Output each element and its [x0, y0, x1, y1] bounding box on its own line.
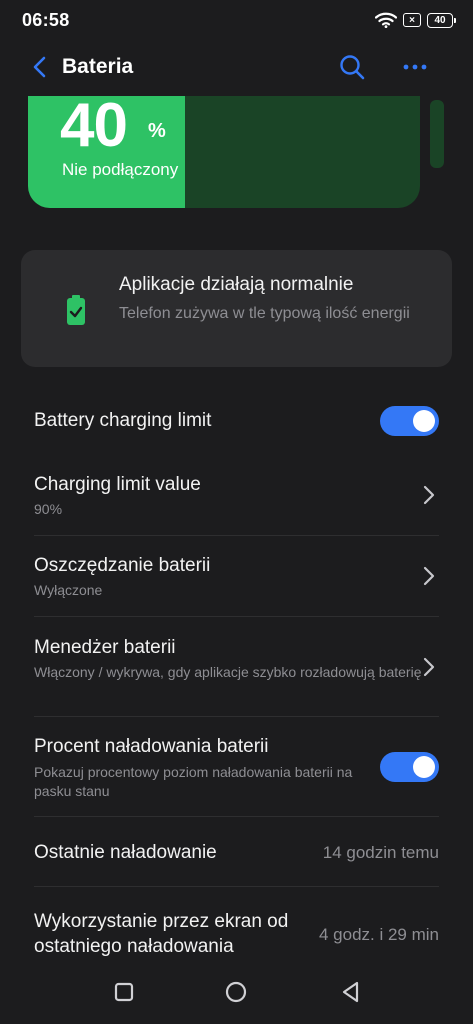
battery-percentage-label: Procent naładowania baterii	[34, 736, 269, 757]
wifi-icon	[375, 12, 397, 28]
screen-usage-value: 4 godz. i 29 min	[318, 925, 439, 944]
battery-percentage-subtitle: Pokazuj procentowy poziom naładowania ba…	[34, 764, 353, 799]
status-bar: 06:58 × 40	[0, 0, 473, 40]
charging-status: Nie podłączony	[62, 160, 179, 179]
battery-manager-row[interactable]: Menedżer baterii Włączony / wykrywa, gdy…	[0, 625, 473, 715]
divider	[34, 886, 439, 887]
divider	[34, 716, 439, 717]
status-icons: × 40	[375, 12, 456, 28]
battery-saver-subtitle: Wyłączone	[34, 582, 103, 598]
battery-percent: 40	[60, 96, 128, 160]
charging-limit-row[interactable]: Battery charging limit	[0, 396, 473, 446]
last-charge-label: Ostatnie naładowanie	[34, 842, 217, 863]
divider	[34, 616, 439, 617]
search-icon[interactable]	[338, 53, 366, 81]
battery-percentage-toggle[interactable]	[380, 752, 439, 782]
home-circle-icon[interactable]	[222, 978, 250, 1006]
last-charge-value: 14 godzin temu	[322, 843, 439, 862]
status-time: 06:58	[22, 9, 70, 30]
charging-limit-label: Battery charging limit	[34, 410, 212, 431]
chevron-right-icon	[423, 566, 435, 586]
battery-saver-label: Oszczędzanie baterii	[34, 555, 211, 576]
page-title: Bateria	[62, 55, 134, 78]
battery-manager-label: Menedżer baterii	[34, 637, 176, 658]
battery-check-icon	[67, 295, 85, 325]
charging-limit-value-subtitle: 90%	[34, 501, 63, 517]
back-arrow-icon[interactable]	[28, 54, 54, 80]
info-card-description: Telefon zużywa w tle typową ilość energi…	[119, 305, 410, 322]
charging-limit-value-label: Charging limit value	[34, 474, 201, 495]
back-triangle-icon[interactable]	[337, 978, 365, 1006]
charging-limit-value-row[interactable]: Charging limit value 90%	[0, 462, 473, 532]
last-charge-row: Ostatnie naładowanie 14 godzin temu	[0, 825, 473, 885]
charging-limit-toggle[interactable]	[380, 406, 439, 436]
app-bar: Bateria	[0, 44, 473, 90]
battery-percent-sign: %	[148, 120, 166, 142]
more-options-icon[interactable]	[400, 53, 430, 81]
divider	[34, 816, 439, 817]
battery-level-card: 40 % Nie podłączony	[28, 96, 420, 208]
info-card-title: Aplikacje działają normalnie	[119, 274, 354, 295]
battery-saver-row[interactable]: Oszczędzanie baterii Wyłączone	[0, 544, 473, 614]
screen-usage-label: Wykorzystanie przez ekran od ostatniego …	[34, 911, 289, 957]
system-navigation-bar	[0, 962, 473, 1024]
battery-terminal	[430, 100, 444, 168]
toggle-knob	[413, 410, 435, 432]
battery-percentage-row[interactable]: Procent naładowania baterii Pokazuj proc…	[0, 725, 473, 815]
battery-health-card[interactable]: Aplikacje działają normalnie Telefon zuż…	[21, 250, 452, 367]
recent-apps-square-icon[interactable]	[110, 978, 138, 1006]
chevron-right-icon	[423, 485, 435, 505]
chevron-right-icon	[423, 657, 435, 677]
no-sim-icon: ×	[403, 13, 421, 27]
divider	[34, 535, 439, 536]
toggle-knob	[413, 756, 435, 778]
battery-manager-subtitle: Włączony / wykrywa, gdy aplikacje szybko…	[34, 664, 422, 680]
battery-status-icon: 40	[427, 12, 456, 28]
screen-usage-row: Wykorzystanie przez ekran od ostatniego …	[0, 896, 473, 966]
